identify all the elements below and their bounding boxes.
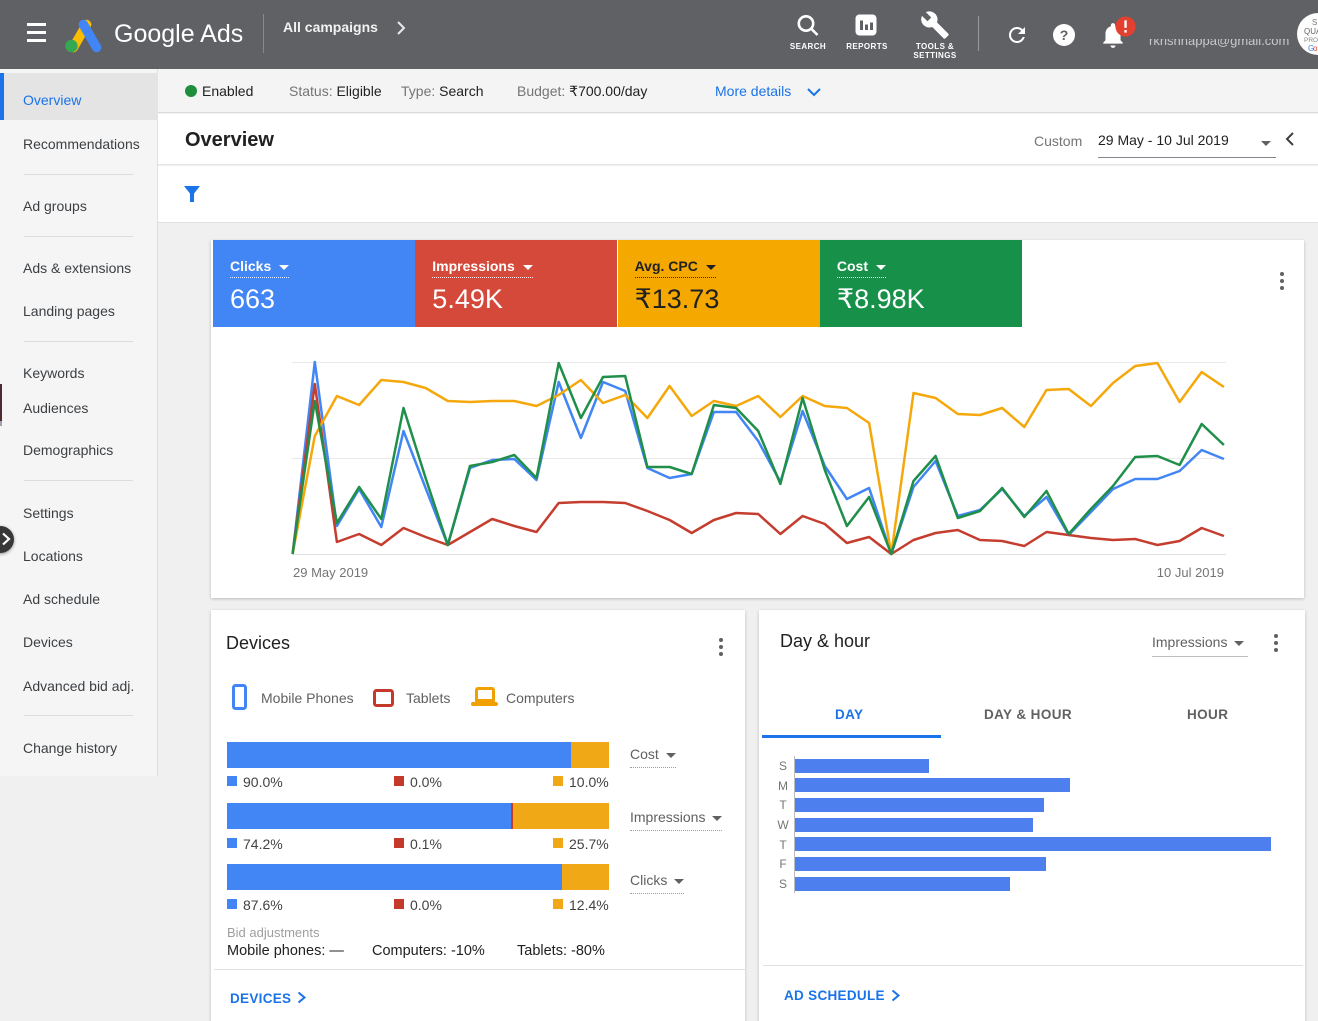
svg-text:PROFE: PROFE [1304,37,1318,44]
svg-text:QUAL: QUAL [1304,27,1318,36]
svg-text:S: S [1312,18,1317,27]
svg-text:?: ? [1060,27,1069,43]
svg-text:o: o [1313,44,1318,53]
